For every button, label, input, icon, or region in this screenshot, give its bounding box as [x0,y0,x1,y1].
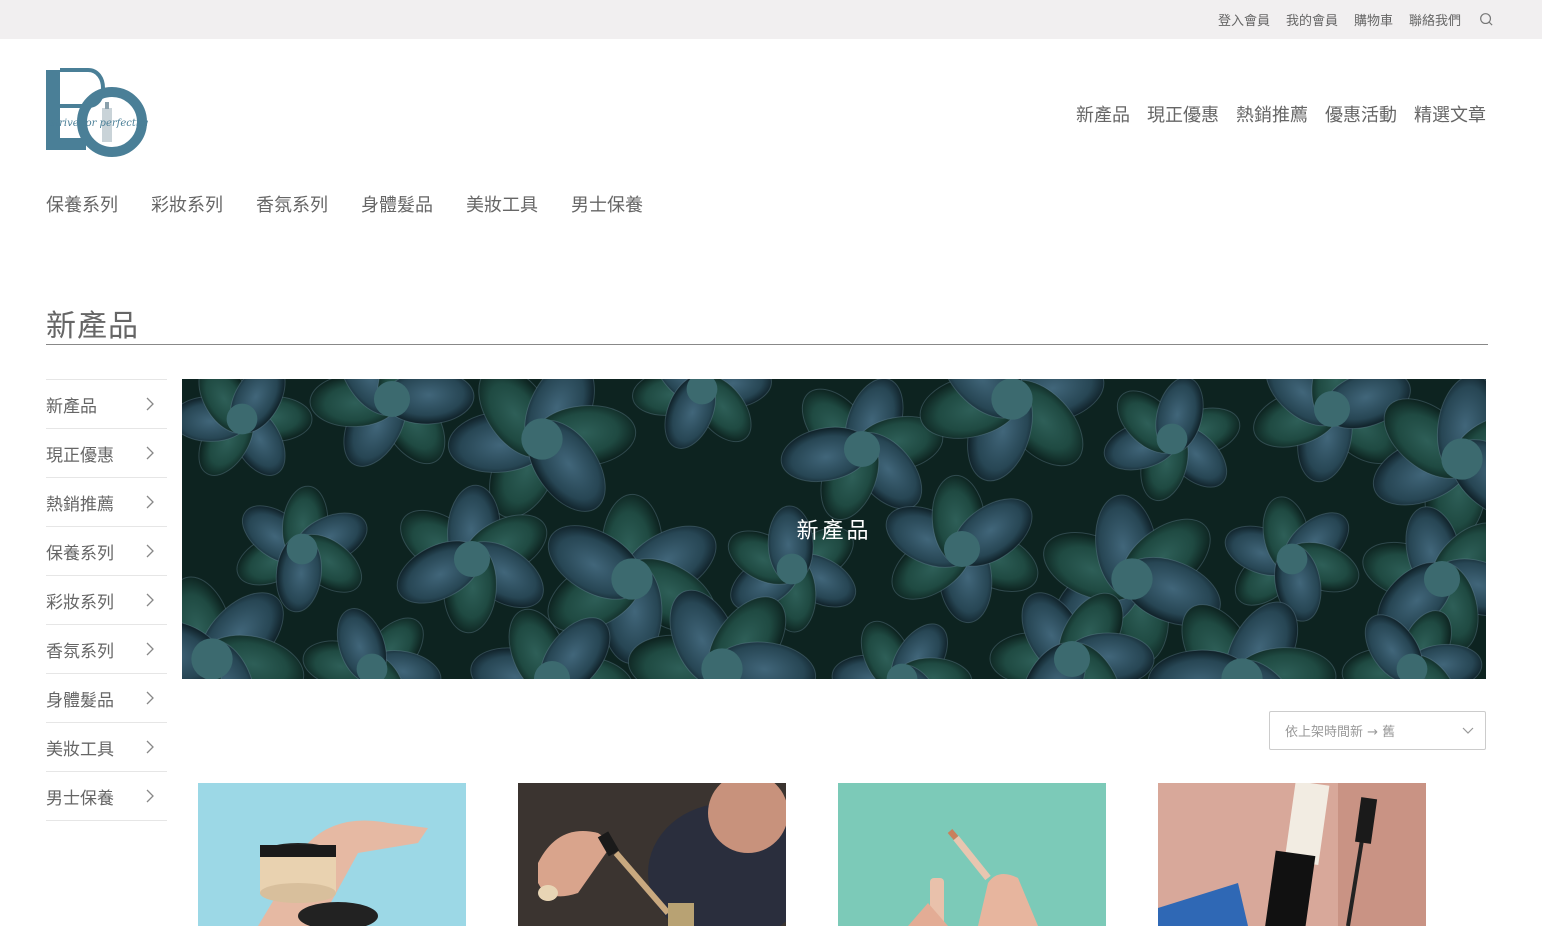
concealer-wand-photo [838,783,1106,926]
page-title: 新產品 [46,309,139,344]
cat-fragrance[interactable]: 香氛系列 [256,191,328,217]
mascara-photo [1158,783,1426,926]
chevron-right-icon [146,593,154,607]
sidebar-item-makeup[interactable]: 彩妝系列 [46,576,167,625]
sidebar-item-fragrance[interactable]: 香氛系列 [46,625,167,674]
sidebar-item-men[interactable]: 男士保養 [46,772,167,821]
sidebar-item-label: 男士保養 [46,788,114,809]
chevron-right-icon [146,446,154,460]
sidebar-item-label: 香氛系列 [46,641,114,662]
chevron-down-icon [1462,727,1474,734]
product-card-4[interactable] [1158,783,1426,926]
chevron-right-icon [146,544,154,558]
my-account-link[interactable]: 我的會員 [1286,10,1338,29]
cat-skincare[interactable]: 保養系列 [46,191,118,217]
chevron-right-icon [146,642,154,656]
search-icon[interactable] [1479,12,1494,27]
nav-bestsellers[interactable]: 熱銷推薦 [1236,101,1308,127]
cat-body-hair[interactable]: 身體髮品 [361,191,433,217]
sort-select[interactable]: 依上架時間新 → 舊 [1269,711,1486,750]
category-nav: 保養系列 彩妝系列 香氛系列 身體髮品 美妝工具 男士保養 [46,191,643,217]
cat-men[interactable]: 男士保養 [571,191,643,217]
chevron-right-icon [146,740,154,754]
chevron-right-icon [146,691,154,705]
title-divider [46,344,1488,345]
chevron-right-icon [146,397,154,411]
cat-tools[interactable]: 美妝工具 [466,191,538,217]
sidebar-item-label: 新產品 [46,396,97,417]
login-link[interactable]: 登入會員 [1218,10,1270,29]
category-banner: 新產品 [182,379,1486,679]
main-nav: 新產品 現正優惠 熱銷推薦 優惠活動 精選文章 [1076,101,1486,127]
sidebar-item-tools[interactable]: 美妝工具 [46,723,167,772]
brand-logo[interactable]: strive for perfection [44,66,152,160]
serum-dropper-photo [518,783,786,926]
sidebar-item-label: 美妝工具 [46,739,114,760]
sidebar-item-bestsellers[interactable]: 熱銷推薦 [46,478,167,527]
foundation-jar-photo [198,783,466,926]
contact-link[interactable]: 聯絡我們 [1409,10,1461,29]
product-card-3[interactable] [838,783,1106,926]
sidebar-item-label: 彩妝系列 [46,592,114,613]
sidebar-item-body-hair[interactable]: 身體髮品 [46,674,167,723]
nav-new-products[interactable]: 新產品 [1076,101,1130,127]
cat-makeup[interactable]: 彩妝系列 [151,191,223,217]
brand-logo-icon: strive for perfection [46,68,152,157]
sidebar: 新產品 現正優惠 熱銷推薦 保養系列 彩妝系列 香氛系列 身體髮品 美妝工具 男… [46,379,167,821]
sidebar-item-new-products[interactable]: 新產品 [46,380,167,429]
nav-articles[interactable]: 精選文章 [1414,101,1486,127]
nav-current-offers[interactable]: 現正優惠 [1147,101,1219,127]
sidebar-item-label: 身體髮品 [46,690,114,711]
sidebar-item-label: 熱銷推薦 [46,494,114,515]
cart-link[interactable]: 購物車 [1354,10,1393,29]
chevron-right-icon [146,789,154,803]
sidebar-item-label: 保養系列 [46,543,114,564]
sort-selected-value: 依上架時間新 → 舊 [1285,725,1396,740]
sidebar-item-skincare[interactable]: 保養系列 [46,527,167,576]
nav-promotions[interactable]: 優惠活動 [1325,101,1397,127]
product-card-1[interactable] [198,783,466,926]
utility-links: 登入會員 我的會員 購物車 聯絡我們 [1218,10,1494,29]
banner-title: 新產品 [796,519,872,544]
sidebar-item-current-offers[interactable]: 現正優惠 [46,429,167,478]
sidebar-item-label: 現正優惠 [46,445,114,466]
chevron-right-icon [146,495,154,509]
top-utility-bar: 登入會員 我的會員 購物車 聯絡我們 [0,0,1542,39]
logo-tagline: strive for perfection [50,118,148,129]
product-card-2[interactable] [518,783,786,926]
